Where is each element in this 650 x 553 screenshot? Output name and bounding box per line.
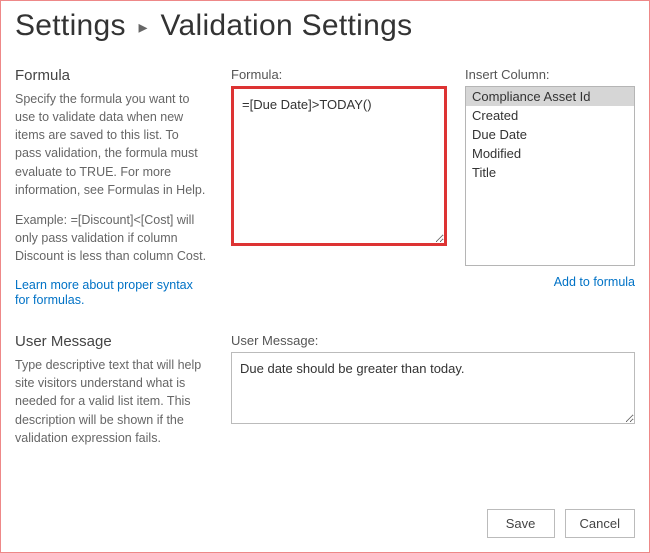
save-button[interactable]: Save <box>487 509 555 538</box>
formula-help-text-1: Specify the formula you want to use to v… <box>15 90 207 199</box>
cancel-button[interactable]: Cancel <box>565 509 635 538</box>
insert-column-label: Insert Column: <box>465 67 635 82</box>
learn-more-link[interactable]: Learn more about proper syntax for formu… <box>15 278 193 307</box>
formula-help-text-2: Example: =[Discount]<[Cost] will only pa… <box>15 211 207 265</box>
list-item[interactable]: Title <box>466 163 634 182</box>
formula-field-label: Formula: <box>231 67 447 82</box>
list-item[interactable]: Compliance Asset Id <box>466 87 634 106</box>
user-message-section: User Message Type descriptive text that … <box>15 333 635 459</box>
user-message-section-title: User Message <box>15 333 207 350</box>
formula-section-title: Formula <box>15 67 207 84</box>
breadcrumb-current: Validation Settings <box>160 9 412 42</box>
breadcrumb-separator-icon: ▸ <box>138 17 147 37</box>
insert-column-list[interactable]: Compliance Asset Id Created Due Date Mod… <box>465 86 635 266</box>
formula-input[interactable] <box>231 86 447 246</box>
user-message-field-label: User Message: <box>231 333 635 348</box>
button-row: Save Cancel <box>487 509 635 538</box>
breadcrumb: Settings ▸ Validation Settings <box>15 9 635 43</box>
list-item[interactable]: Due Date <box>466 125 634 144</box>
list-item[interactable]: Created <box>466 106 634 125</box>
user-message-help-text: Type descriptive text that will help sit… <box>15 356 207 447</box>
list-item[interactable]: Modified <box>466 144 634 163</box>
formula-section: Formula Specify the formula you want to … <box>15 67 635 307</box>
breadcrumb-root-link[interactable]: Settings <box>15 9 126 42</box>
add-to-formula-link[interactable]: Add to formula <box>554 275 635 289</box>
user-message-input[interactable] <box>231 352 635 424</box>
